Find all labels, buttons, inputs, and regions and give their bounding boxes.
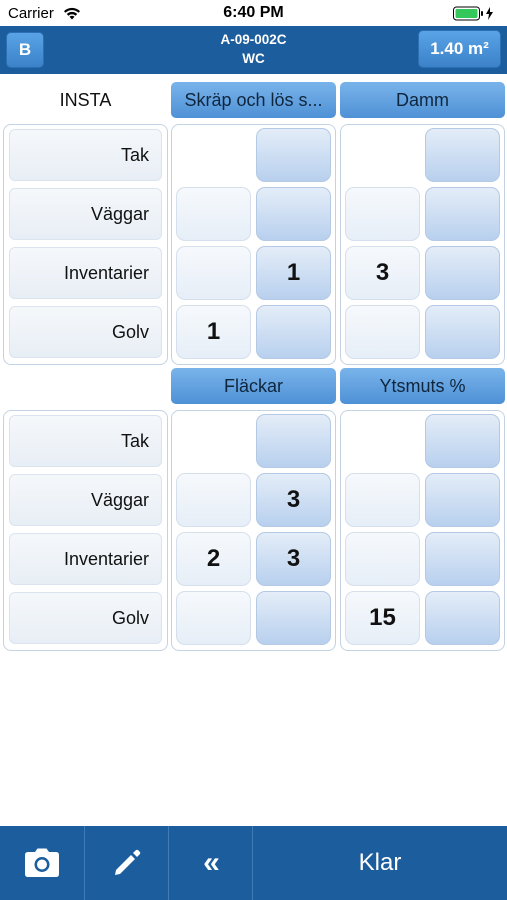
area-button[interactable]: 1.40 m² — [418, 30, 501, 68]
score-cell[interactable]: 3 — [345, 246, 420, 300]
score-cell[interactable]: 3 — [256, 473, 331, 527]
back-button[interactable]: « — [169, 826, 252, 900]
score-cell[interactable] — [425, 473, 500, 527]
bottom-toolbar: « Klar — [0, 826, 507, 900]
score-cell[interactable] — [256, 414, 331, 468]
score-cell[interactable] — [176, 591, 251, 645]
score-cell[interactable] — [345, 305, 420, 359]
row-label: Golv — [9, 306, 162, 358]
room-code: A-09-002C — [220, 32, 287, 47]
row-label: Väggar — [9, 188, 162, 240]
score-cell[interactable] — [425, 187, 500, 241]
battery-icon — [453, 6, 493, 21]
score-cell[interactable] — [425, 246, 500, 300]
done-button[interactable]: Klar — [253, 826, 507, 900]
room-name: WC — [242, 51, 265, 66]
score-cell[interactable] — [425, 305, 500, 359]
score-cell[interactable] — [256, 591, 331, 645]
status-bar: Carrier 6:40 PM — [0, 0, 507, 26]
score-cell[interactable] — [345, 473, 420, 527]
row-label: Tak — [9, 415, 162, 467]
score-cell[interactable] — [425, 414, 500, 468]
row-label: Tak — [9, 129, 162, 181]
score-cell[interactable]: 1 — [176, 305, 251, 359]
edit-button[interactable] — [85, 826, 168, 900]
status-time: 6:40 PM — [223, 4, 284, 21]
category-header[interactable]: Skräp och lös s... — [171, 82, 336, 118]
score-cell[interactable]: 3 — [256, 532, 331, 586]
score-cell[interactable]: 1 — [256, 246, 331, 300]
score-cell[interactable] — [425, 532, 500, 586]
score-cell[interactable] — [256, 305, 331, 359]
row-label: Inventarier — [9, 533, 162, 585]
score-cell[interactable]: 2 — [176, 532, 251, 586]
pencil-icon — [114, 849, 140, 875]
category-header[interactable]: Fläckar — [171, 368, 336, 404]
score-cell[interactable] — [425, 128, 500, 182]
row-label: Inventarier — [9, 247, 162, 299]
score-cell[interactable] — [176, 246, 251, 300]
score-cell[interactable]: 15 — [345, 591, 420, 645]
score-cell[interactable] — [256, 128, 331, 182]
corner-label: INSTA — [59, 90, 112, 110]
score-cell[interactable] — [345, 532, 420, 586]
score-cell[interactable] — [176, 473, 251, 527]
b-button[interactable]: B — [6, 32, 44, 68]
category-header[interactable]: Ytsmuts % — [340, 368, 505, 404]
score-cell[interactable] — [176, 187, 251, 241]
row-label: Väggar — [9, 474, 162, 526]
camera-icon — [25, 848, 59, 877]
nav-bar: B A-09-002C WC 1.40 m² — [0, 26, 507, 74]
score-cell[interactable] — [425, 591, 500, 645]
nav-title: A-09-002C WC — [120, 30, 387, 68]
camera-button[interactable] — [0, 826, 84, 900]
row-label: Golv — [9, 592, 162, 644]
category-header[interactable]: Damm — [340, 82, 505, 118]
score-cell[interactable] — [345, 187, 420, 241]
score-cell[interactable] — [256, 187, 331, 241]
